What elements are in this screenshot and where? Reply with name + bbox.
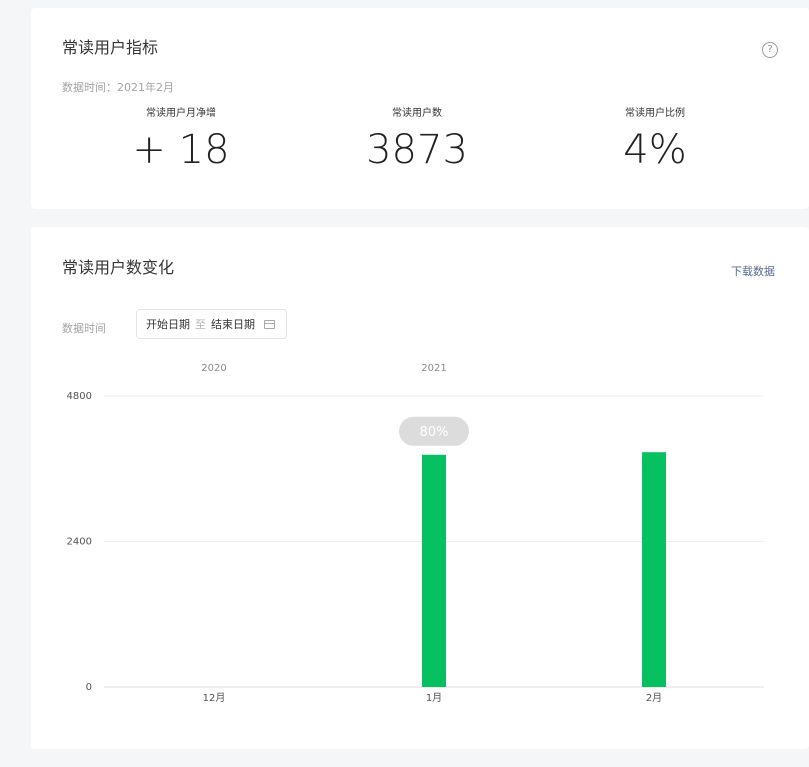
year-label: 2021 — [421, 363, 446, 374]
bar — [422, 454, 446, 687]
help-icon[interactable]: ? — [762, 42, 778, 58]
metric-regular-readers-count: 常读用户数 3873 — [297, 107, 537, 173]
end-date-input[interactable]: 结束日期 — [211, 316, 255, 332]
metrics-card: 常读用户指标 ? 数据时间：2021年2月 常读用户月净增 + 18 常读用户数… — [31, 8, 809, 209]
calendar-icon[interactable] — [264, 319, 275, 329]
data-time-label: 数据时间：2021年2月 — [62, 81, 174, 94]
metric-value: + 18 — [132, 127, 230, 173]
year-label: 2020 — [201, 363, 226, 374]
trend-card: 常读用户数变化 下载数据 数据时间 开始日期 至 结束日期 0 2400 4800 2… — [31, 227, 809, 749]
date-range-picker[interactable]: 开始日期 至 结束日期 — [136, 309, 287, 339]
download-data-link[interactable]: 下载数据 — [731, 263, 775, 279]
metric-label: 常读用户数 — [392, 108, 442, 119]
trend-bar-chart: 0 2400 4800 2020 2021 12月 1月 2月 80% — [67, 363, 764, 704]
x-tick-label: 2月 — [646, 692, 662, 704]
metric-value: 4% — [623, 127, 687, 173]
start-date-input[interactable]: 开始日期 — [146, 316, 190, 332]
trend-card-title: 常读用户数变化 — [62, 258, 175, 277]
y-tick-label: 0 — [86, 682, 92, 693]
y-tick-label: 4800 — [67, 391, 92, 402]
x-tick-label: 1月 — [426, 692, 442, 704]
bar — [642, 452, 666, 687]
y-tick-label: 2400 — [67, 537, 92, 548]
metric-label: 常读用户月净增 — [146, 108, 216, 119]
x-tick-label: 12月 — [203, 692, 226, 704]
metric-monthly-net-increase: 常读用户月净增 + 18 — [61, 107, 301, 173]
metric-value: 3873 — [366, 127, 468, 173]
metrics-card-title: 常读用户指标 — [62, 38, 159, 57]
date-range-separator: 至 — [195, 318, 206, 331]
metric-label: 常读用户比例 — [625, 108, 685, 119]
data-time-range-label: 数据时间 — [62, 322, 106, 335]
metric-regular-readers-ratio: 常读用户比例 4% — [535, 107, 775, 173]
tooltip-text: 80% — [420, 425, 449, 440]
